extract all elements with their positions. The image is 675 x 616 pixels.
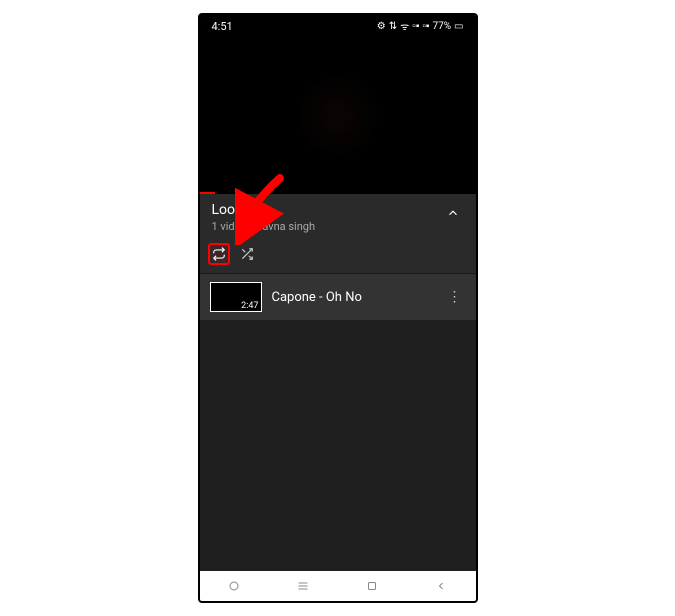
battery-icon: ▭ xyxy=(454,21,463,32)
progress-bar[interactable] xyxy=(200,192,215,194)
speed-icon: ⇅ xyxy=(389,21,397,32)
status-time: 4:51 xyxy=(212,20,233,33)
phone-frame: 4:51 ⚙ ⇅ ᯤ ▫▪ ▫▪ 77% ▭ Loop 1 video Bhav… xyxy=(198,13,478,603)
status-bar: 4:51 ⚙ ⇅ ᯤ ▫▪ ▫▪ 77% ▭ xyxy=(200,15,476,37)
wifi-icon: ᯤ xyxy=(400,19,409,33)
loop-button[interactable] xyxy=(208,243,230,265)
signal-icon: ▫▪ xyxy=(412,21,419,32)
shuffle-button[interactable] xyxy=(236,243,258,265)
playlist-item[interactable]: 2:47 Capone - Oh No ⋮ xyxy=(200,274,476,320)
nav-home-icon[interactable] xyxy=(365,579,379,593)
navigation-bar xyxy=(200,571,476,601)
video-thumbnail xyxy=(293,71,383,161)
signal-icon-2: ▫▪ xyxy=(422,21,429,32)
nav-recent-icon[interactable] xyxy=(227,579,241,593)
item-duration: 2:47 xyxy=(239,301,260,311)
item-title: Capone - Oh No xyxy=(272,290,434,305)
item-more-button[interactable]: ⋮ xyxy=(444,289,466,305)
playlist-header[interactable]: Loop 1 video Bhavna singh xyxy=(200,194,476,239)
status-indicators: ⚙ ⇅ ᯤ ▫▪ ▫▪ 77% ▭ xyxy=(377,19,464,33)
playlist-subtitle: 1 video Bhavna singh xyxy=(212,220,316,233)
playlist-controls xyxy=(200,239,476,274)
nav-back-icon[interactable] xyxy=(434,579,448,593)
vpn-icon: ⚙ xyxy=(377,21,386,32)
nav-menu-icon[interactable] xyxy=(296,579,310,593)
collapse-icon[interactable] xyxy=(442,202,464,227)
battery-percent: 77% xyxy=(432,21,451,32)
item-thumbnail: 2:47 xyxy=(210,282,262,312)
video-player[interactable] xyxy=(200,37,476,194)
playlist-title: Loop xyxy=(212,202,316,218)
